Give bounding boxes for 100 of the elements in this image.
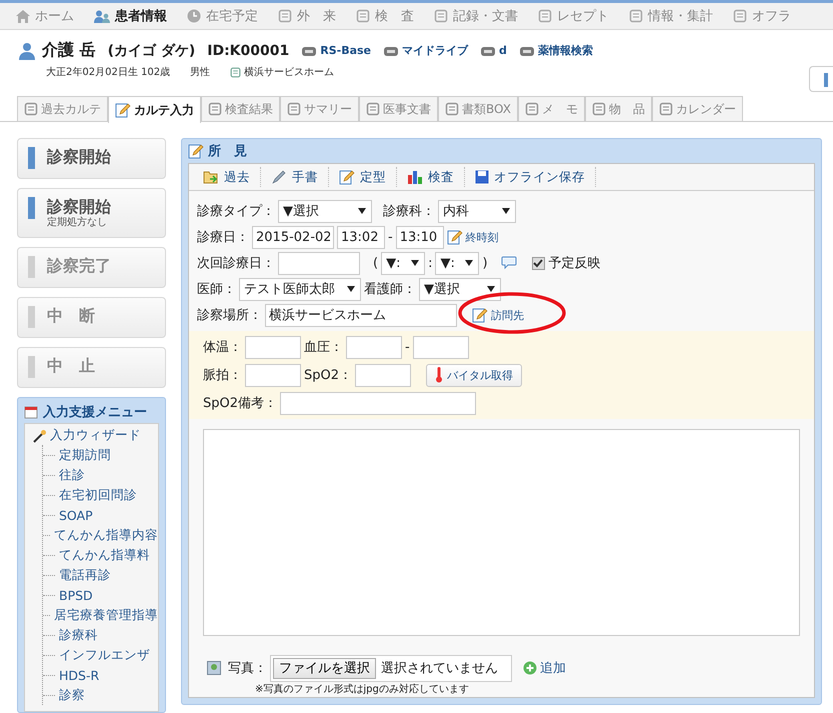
facility-name: 横浜サービスホーム	[244, 66, 334, 79]
tree-item[interactable]: てんかん指導料	[59, 546, 150, 564]
drive-link[interactable]: マイドライブ	[383, 43, 468, 58]
tree-item[interactable]: インフルエンザ	[59, 646, 150, 664]
field-label: 医師：	[197, 281, 236, 298]
visit-type-select[interactable]: ▼選択	[278, 200, 372, 222]
drive-icon	[301, 44, 318, 56]
toolbar-button[interactable]: 検査	[397, 167, 465, 187]
drive-link[interactable]: d	[480, 44, 507, 57]
edit-icon	[339, 169, 355, 185]
tab-icon	[524, 102, 539, 116]
action-button[interactable]: 診察開始	[17, 138, 166, 179]
action-button[interactable]: 診察開始 定期処方なし	[17, 188, 166, 238]
tab-icon	[658, 102, 673, 116]
checkbox[interactable]	[532, 256, 545, 270]
spo2-note-field[interactable]	[280, 392, 476, 414]
field-label: 体温：	[203, 339, 242, 356]
menu-item-icon	[434, 9, 448, 23]
patient-id: ID:K00001	[207, 42, 290, 58]
file-input[interactable]: ファイルを選択 選択されていません	[270, 654, 512, 682]
checkbox-label: 予定反映	[548, 255, 601, 272]
dropdown-caret-icon	[487, 286, 495, 292]
file-choose-button[interactable]: ファイルを選択	[273, 658, 376, 678]
toolbar-button[interactable]: オフライン保存	[465, 167, 596, 187]
field-label: 脈拍：	[203, 367, 242, 384]
time-separator: -	[388, 230, 393, 244]
nurse-select[interactable]: ▼選択	[419, 278, 501, 300]
tree-item[interactable]: 診療科	[59, 626, 98, 644]
edit-icon	[115, 102, 131, 118]
folder-icon	[203, 170, 219, 184]
field-label: 看護師：	[364, 281, 416, 298]
photo-note: ※写真のファイル形式はjpgのみ対応しています	[255, 682, 470, 696]
plus-icon	[523, 661, 537, 675]
chart-tab[interactable]: カルテ入力	[108, 96, 201, 123]
field-label: 診察場所：	[197, 307, 262, 324]
tree-item[interactable]: 電話再診	[59, 566, 111, 584]
tree-item[interactable]: 往診	[59, 466, 85, 484]
drive-link[interactable]: 薬情報検索	[518, 43, 593, 58]
add-link[interactable]: 追加	[523, 659, 566, 677]
patient-sex: 男性	[190, 66, 210, 79]
bar-chart-icon	[407, 170, 423, 184]
tab-icon	[592, 102, 606, 116]
tree-item[interactable]: 診察	[59, 686, 85, 704]
pulse-field[interactable]	[245, 364, 301, 386]
tab-icon	[24, 102, 38, 116]
drive-icon	[480, 44, 496, 56]
bar-icon	[824, 72, 828, 86]
tree-item[interactable]: SOAP	[59, 508, 93, 522]
findings-textarea[interactable]	[203, 429, 800, 636]
dropdown-caret-icon	[502, 208, 510, 214]
speech-bubble-icon[interactable]	[500, 256, 517, 270]
temperature-field[interactable]	[245, 336, 301, 358]
visit-destination-link[interactable]: 訪問先	[472, 307, 524, 323]
systolic-field[interactable]	[346, 336, 402, 358]
department-select[interactable]: 内科	[438, 200, 516, 222]
calendar-icon	[24, 405, 38, 419]
next-date-field[interactable]	[278, 252, 360, 274]
drive-icon	[383, 44, 400, 56]
vitals-button[interactable]: バイタル取得	[426, 364, 522, 386]
tab-icon	[287, 102, 301, 116]
tree-item[interactable]: 定期訪問	[59, 446, 111, 464]
thermometer-icon	[435, 367, 444, 383]
date-field[interactable]: 2015-02-02	[252, 226, 334, 248]
toolbar-button[interactable]: 過去	[193, 167, 261, 187]
hour-select[interactable]: ▼:	[381, 252, 426, 274]
tab-icon	[445, 102, 459, 116]
tree-item[interactable]: 入力ウィザード	[50, 427, 141, 444]
tree-item[interactable]: 居宅療養管理指導	[54, 606, 158, 624]
toolbar-button[interactable]: 手書	[261, 167, 329, 187]
field-label: 診療日：	[197, 229, 249, 246]
bp-separator: -	[405, 340, 410, 354]
field-label: SpO2備考：	[203, 395, 278, 412]
tree-item[interactable]: 在宅初回問診	[59, 486, 137, 504]
menu-title: 入力支援メニュー	[43, 404, 147, 421]
start-time-field[interactable]: 13:02	[337, 226, 385, 248]
field-label: 診療科：	[383, 203, 435, 220]
side-panel-button[interactable]	[809, 66, 833, 92]
end-time-field[interactable]: 13:10	[396, 226, 444, 248]
end-time-link[interactable]: 終時刻	[446, 229, 499, 245]
patient-birth: 大正2年02月02日生 102歳	[46, 66, 170, 79]
minute-select[interactable]: ▼:	[435, 252, 480, 274]
people-icon	[94, 10, 110, 22]
place-field[interactable]: 横浜サービスホーム	[265, 304, 457, 326]
note-icon	[188, 143, 204, 159]
field-label: 血圧：	[304, 339, 343, 356]
image-icon	[207, 661, 221, 675]
menu-item-icon	[629, 9, 643, 23]
toolbar-button[interactable]: 定型	[329, 167, 397, 187]
home-icon	[16, 10, 30, 22]
patient-kana: (カイゴ ダケ)	[108, 42, 196, 60]
menu-item-icon	[356, 9, 370, 23]
spo2-field[interactable]	[355, 364, 412, 386]
tree-item[interactable]: BPSD	[59, 588, 93, 602]
tree-item[interactable]: HDS-R	[59, 668, 100, 682]
doctor-select[interactable]: テスト医師太郎	[239, 278, 361, 300]
drive-link[interactable]: RS-Base	[301, 44, 372, 57]
tree-item[interactable]: てんかん指導内容	[54, 526, 158, 544]
diastolic-field[interactable]	[412, 336, 469, 358]
nav-tab[interactable]: 患者情報	[94, 7, 167, 25]
drive-icon	[518, 44, 535, 56]
